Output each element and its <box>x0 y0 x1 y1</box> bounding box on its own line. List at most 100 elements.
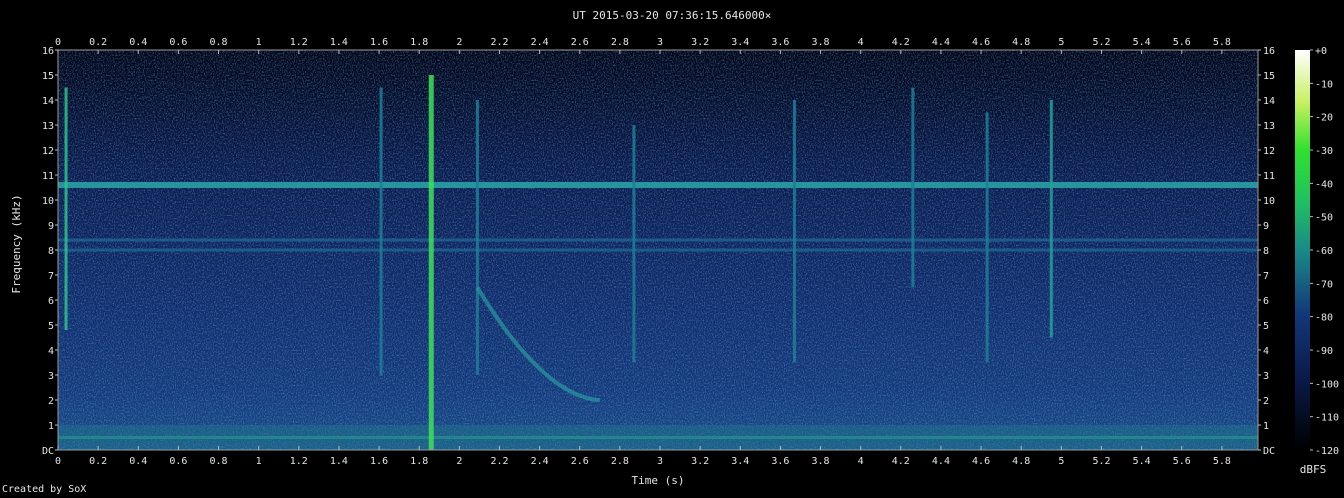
x-tick-label-top: 1 <box>256 37 262 48</box>
y-tick-label-right: 16 <box>1263 46 1275 57</box>
y-tick-label-right: 12 <box>1263 146 1275 157</box>
y-tick-label-right: 15 <box>1263 71 1275 82</box>
y-tick-label: DC <box>42 446 54 457</box>
x-axis-label: Time (s) <box>632 474 685 487</box>
vertical-event <box>379 87 383 375</box>
colorbar-label: dBFS <box>1300 463 1327 476</box>
colorbar-tick-label: -90 <box>1315 346 1333 357</box>
tone-line <box>58 248 1258 252</box>
colorbar-tick-label: +0 <box>1315 46 1327 57</box>
colorbar-tick-label: -110 <box>1315 413 1339 424</box>
low-frequency-band <box>58 425 1258 450</box>
x-tick-label: 4 <box>858 456 864 467</box>
colorbar-tick-label: -70 <box>1315 279 1333 290</box>
x-tick-label-top: 5.4 <box>1133 37 1151 48</box>
y-axis-label: Frequency (kHz) <box>10 194 23 293</box>
tone-line <box>58 238 1258 242</box>
y-tick-label: 14 <box>42 96 54 107</box>
y-tick-label-right: 4 <box>1263 346 1269 357</box>
spectrogram-chart: UT 2015-03-20 07:36:15.646000× 0 0 0.2 0.2 0… <box>10 9 1339 487</box>
x-tick-label-top: 4.2 <box>892 37 910 48</box>
y-tick-label: 13 <box>42 121 54 132</box>
x-tick-label-top: 4.6 <box>972 37 990 48</box>
y-tick-label-right: 10 <box>1263 196 1275 207</box>
x-tick-label-top: 2.6 <box>571 37 589 48</box>
y-tick-label: 16 <box>42 46 54 57</box>
y-tick-label-right: 1 <box>1263 421 1269 432</box>
y-tick-label-right: 5 <box>1263 321 1269 332</box>
x-tick-label: 3.6 <box>771 456 789 467</box>
y-tick-label-right: 2 <box>1263 396 1269 407</box>
x-tick-label: 4.6 <box>972 456 990 467</box>
vertical-event <box>64 87 68 330</box>
x-tick-label-top: 4.4 <box>932 37 950 48</box>
x-tick-label-top: 0.2 <box>89 37 107 48</box>
y-tick-label: 6 <box>48 296 54 307</box>
x-tick-label-top: 2.4 <box>531 37 549 48</box>
colorbar-tick-label: -120 <box>1315 446 1339 457</box>
x-tick-label-top: 0 <box>55 37 61 48</box>
colorbar-tick-label: -60 <box>1315 246 1333 257</box>
x-tick-label: 3 <box>657 456 663 467</box>
x-tick-label: 0.8 <box>210 456 228 467</box>
y-tick-label: 5 <box>48 321 54 332</box>
x-tick-label-top: 1.4 <box>330 37 348 48</box>
x-tick-label: 0 <box>55 456 61 467</box>
y-tick-label: 12 <box>42 146 54 157</box>
x-tick-label-top: 3.8 <box>812 37 830 48</box>
y-tick-label: 3 <box>48 371 54 382</box>
y-tick-label-right: 9 <box>1263 221 1269 232</box>
y-tick-label-right: 11 <box>1263 171 1275 182</box>
x-tick-label: 3.4 <box>731 456 749 467</box>
colorbar <box>1295 50 1310 450</box>
y-tick-label-right: 3 <box>1263 371 1269 382</box>
x-tick-label: 0.2 <box>89 456 107 467</box>
x-tick-label: 2.2 <box>490 456 508 467</box>
x-tick-label: 3.2 <box>691 456 709 467</box>
x-tick-label: 4.4 <box>932 456 950 467</box>
y-tick-label-right: 6 <box>1263 296 1269 307</box>
x-tick-label: 5.4 <box>1133 456 1151 467</box>
colorbar-tick-label: -50 <box>1315 213 1333 224</box>
vertical-event <box>911 87 915 288</box>
vertical-event <box>792 100 796 363</box>
colorbar-tick-label: -100 <box>1315 379 1339 390</box>
y-tick-label: 7 <box>48 271 54 282</box>
chart-title: UT 2015-03-20 07:36:15.646000× <box>573 9 772 22</box>
x-tick-label: 1.4 <box>330 456 348 467</box>
y-tick-label-right: 8 <box>1263 246 1269 257</box>
tone-line <box>58 182 1258 188</box>
vertical-event <box>985 112 989 363</box>
vertical-event <box>428 75 434 450</box>
x-tick-label: 1 <box>256 456 262 467</box>
x-tick-label: 5.2 <box>1092 456 1110 467</box>
y-tick-label: 15 <box>42 71 54 82</box>
x-tick-label-top: 0.4 <box>129 37 147 48</box>
x-tick-label: 2.6 <box>571 456 589 467</box>
x-tick-label-top: 0.6 <box>169 37 187 48</box>
x-tick-label: 4.8 <box>1012 456 1030 467</box>
x-tick-label: 5.8 <box>1213 456 1231 467</box>
x-tick-label: 2.8 <box>611 456 629 467</box>
x-tick-label: 5 <box>1058 456 1064 467</box>
x-tick-label: 1.2 <box>290 456 308 467</box>
colorbar-tick-label: -20 <box>1315 113 1333 124</box>
colorbar-tick-label: -10 <box>1315 79 1333 90</box>
x-tick-label: 5.6 <box>1173 456 1191 467</box>
x-tick-label: 0.6 <box>169 456 187 467</box>
x-tick-label-top: 5.6 <box>1173 37 1191 48</box>
x-tick-label-top: 1.8 <box>410 37 428 48</box>
x-tick-label-top: 2.8 <box>611 37 629 48</box>
y-tick-label: 9 <box>48 221 54 232</box>
y-tick-label: 8 <box>48 246 54 257</box>
y-tick-label: 4 <box>48 346 54 357</box>
vertical-event <box>632 125 636 363</box>
y-tick-label: 10 <box>42 196 54 207</box>
colorbar-tick-label: -80 <box>1315 313 1333 324</box>
x-tick-label: 3.8 <box>812 456 830 467</box>
x-tick-label: 4.2 <box>892 456 910 467</box>
y-tick-label: 11 <box>42 171 54 182</box>
x-tick-label-top: 3.6 <box>771 37 789 48</box>
credit-text: Created by SoX <box>2 484 87 495</box>
y-tick-label: 2 <box>48 396 54 407</box>
